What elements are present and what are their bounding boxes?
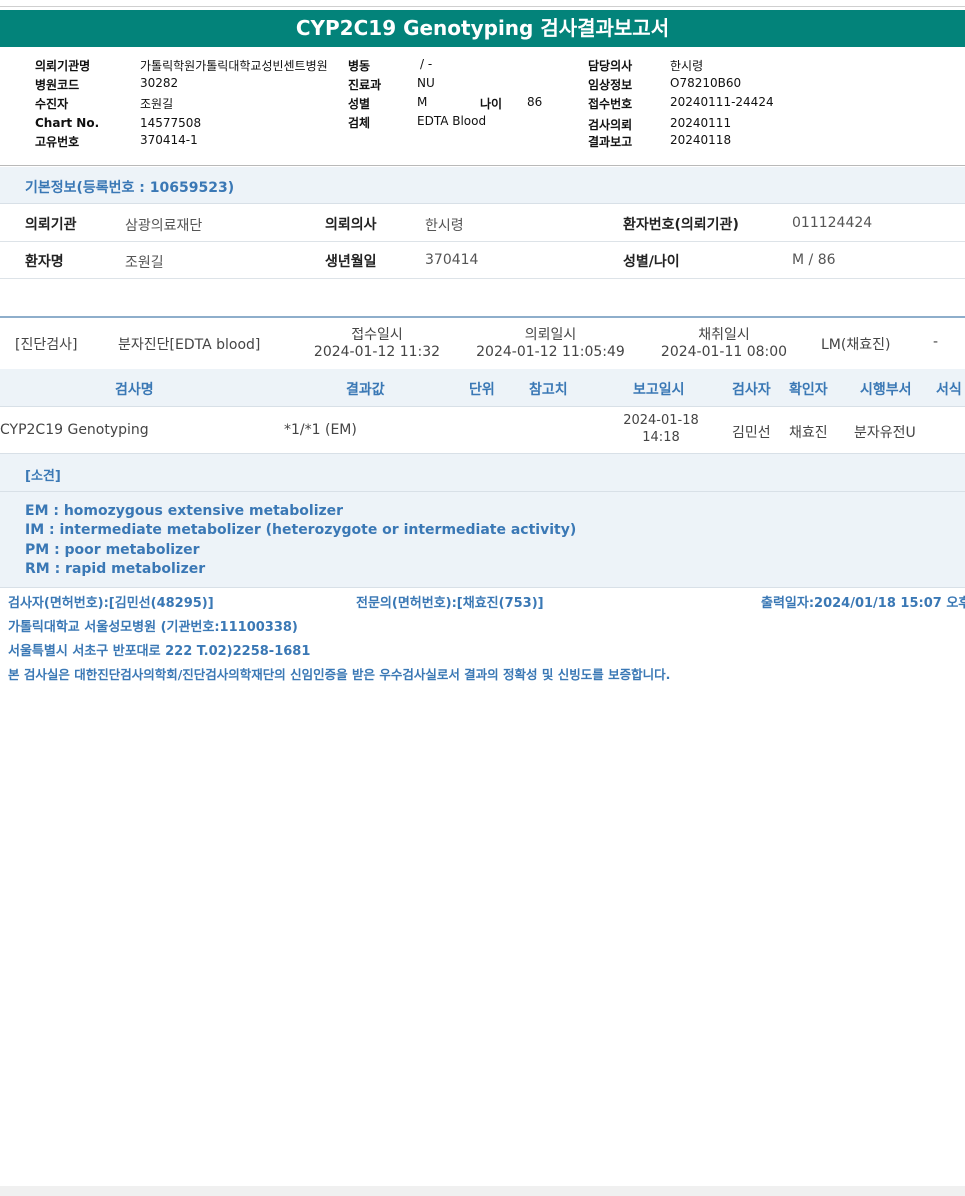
table-row: CYP2C19 Genotyping *1/*1 (EM) 2024-01-18…: [0, 407, 965, 454]
header-value: / -: [420, 57, 433, 71]
basic-info-value: 조원길: [125, 255, 164, 271]
column-header-department: 시행부서: [860, 382, 912, 398]
results-table-header: 검사명 결과값 단위 참고치 보고일시 검사자 확인자 시행부서 서식: [0, 369, 965, 407]
header-label: 병원코드: [35, 78, 80, 92]
header-value: 20240111: [670, 116, 732, 130]
column-header-report-date: 보고일시: [633, 382, 685, 398]
header-age-label: 나이: [480, 97, 503, 111]
header-value: 가톨릭학원가톨릭대학교성빈센트병원: [140, 59, 328, 73]
exam-info-row: [진단검사] 분자진단[EDTA blood] 접수일시 2024-01-12 …: [0, 316, 965, 371]
report-time-cell: 14:18: [642, 430, 680, 445]
header-value: 조원길: [140, 97, 174, 111]
footer-specialist: 전문의(면허번호):[채효진(753)]: [356, 596, 544, 611]
bottom-bar: [0, 1186, 965, 1196]
exam-dash: -: [933, 334, 939, 350]
opinion-line: PM : poor metabolizer: [25, 542, 200, 558]
basic-info-value: M / 86: [792, 252, 836, 268]
header-label: 고유번호: [35, 135, 80, 149]
footer-printed-date: 출력일자:2024/01/18 15:07 오후: [761, 596, 965, 611]
opinion-title: [소견]: [25, 469, 61, 484]
opinion-body: EM : homozygous extensive metabolizer IM…: [0, 492, 965, 588]
lm-person: LM(채효진): [821, 337, 891, 353]
header-label: 의뢰기관명: [35, 59, 91, 73]
opinion-line: RM : rapid metabolizer: [25, 561, 206, 577]
basic-info-label: 생년월일: [325, 254, 377, 270]
collected-label: 채취일시: [698, 327, 750, 343]
basic-info-value: 370414: [425, 252, 479, 268]
result-cell: *1/*1 (EM): [284, 422, 357, 438]
exam-type: 분자진단[EDTA blood]: [118, 337, 261, 353]
header-label: Chart No.: [35, 116, 100, 130]
opinion-heading: [소견]: [0, 454, 965, 492]
department-cell: 분자유전U: [854, 425, 916, 441]
header-value: 30282: [140, 76, 179, 90]
column-header-result: 결과값: [346, 382, 385, 398]
basic-info-row: 의뢰기관 삼광의료재단 의뢰의사 한시령 환자번호(의뢰기관) 01112442…: [0, 204, 965, 242]
basic-info-label: 의뢰기관: [25, 217, 77, 233]
header-value: O78210B60: [670, 76, 742, 90]
footer-certification: 본 검사실은 대한진단검사의학회/진단검사의학재단의 신임인증을 받은 우수검사…: [8, 667, 671, 682]
header-value: 한시령: [670, 59, 704, 73]
report-date-cell: 2024-01-18: [623, 413, 699, 428]
header-value: NU: [417, 76, 435, 90]
header-label: 담당의사: [588, 59, 633, 73]
header-divider: [0, 165, 965, 166]
basic-info-value: 011124424: [792, 215, 873, 231]
requested-label: 의뢰일시: [524, 327, 577, 343]
header-age-value: 86: [527, 95, 543, 109]
basic-info-heading: 기본정보(등록번호 : 10659523): [0, 167, 965, 204]
basic-info-label: 성별/나이: [623, 254, 680, 270]
column-header-form: 서식: [936, 382, 962, 398]
header-label: 성별: [348, 97, 371, 111]
basic-info-label: 의뢰의사: [325, 217, 377, 233]
header-value: M: [417, 95, 428, 109]
column-header-reference: 참고치: [529, 382, 568, 398]
basic-info-value: 삼광의료재단: [125, 218, 203, 234]
header-value: EDTA Blood: [417, 114, 487, 128]
header-label: 결과보고: [588, 135, 633, 149]
header-value: 370414-1: [140, 133, 198, 147]
header-value: 20240118: [670, 133, 732, 147]
basic-info-title: 기본정보(등록번호 : 10659523): [25, 180, 235, 196]
examiner-cell: 김민선: [732, 425, 771, 441]
header-label: 병동: [348, 59, 371, 73]
collected-value: 2024-01-11 08:00: [660, 344, 788, 360]
footer-examiner: 검사자(면허번호):[김민선(48295)]: [8, 596, 214, 611]
header-label: 진료과: [348, 78, 382, 92]
footer-address: 서울특별시 서초구 반포대로 222 T.02)2258-1681: [8, 644, 311, 659]
basic-info-value: 한시령: [425, 218, 464, 234]
exam-category: [진단검사]: [15, 337, 78, 353]
report-title: CYP2C19 Genotyping 검사결과보고서: [0, 10, 965, 47]
header-label: 접수번호: [588, 97, 633, 111]
header-value: 20240111-24424: [670, 95, 774, 109]
opinion-line: EM : homozygous extensive metabolizer: [25, 503, 344, 519]
basic-info-label: 환자번호(의뢰기관): [623, 217, 739, 233]
footer-hospital: 가톨릭대학교 서울성모병원 (기관번호:11100338): [8, 620, 298, 635]
received-label: 접수일시: [351, 327, 403, 343]
column-header-confirmer: 확인자: [789, 382, 828, 398]
header-label: 검사의뢰: [588, 118, 633, 132]
header-value: 14577508: [140, 116, 202, 130]
basic-info-row: 환자명 조원길 생년월일 370414 성별/나이 M / 86: [0, 241, 965, 279]
received-value: 2024-01-12 11:32: [313, 344, 441, 360]
column-header-examiner: 검사자: [732, 382, 771, 398]
test-name-cell: CYP2C19 Genotyping: [0, 422, 149, 438]
header-label: 임상정보: [588, 78, 633, 92]
basic-info-label: 환자명: [25, 254, 64, 270]
opinion-line: IM : intermediate metabolizer (heterozyg…: [25, 522, 577, 538]
header-label: 수진자: [35, 97, 69, 111]
top-border: [0, 6, 965, 7]
column-header-test-name: 검사명: [115, 382, 154, 398]
header-label: 검체: [348, 116, 371, 130]
column-header-unit: 단위: [469, 382, 495, 398]
requested-value: 2024-01-12 11:05:49: [476, 344, 625, 360]
confirmer-cell: 채효진: [789, 425, 828, 441]
